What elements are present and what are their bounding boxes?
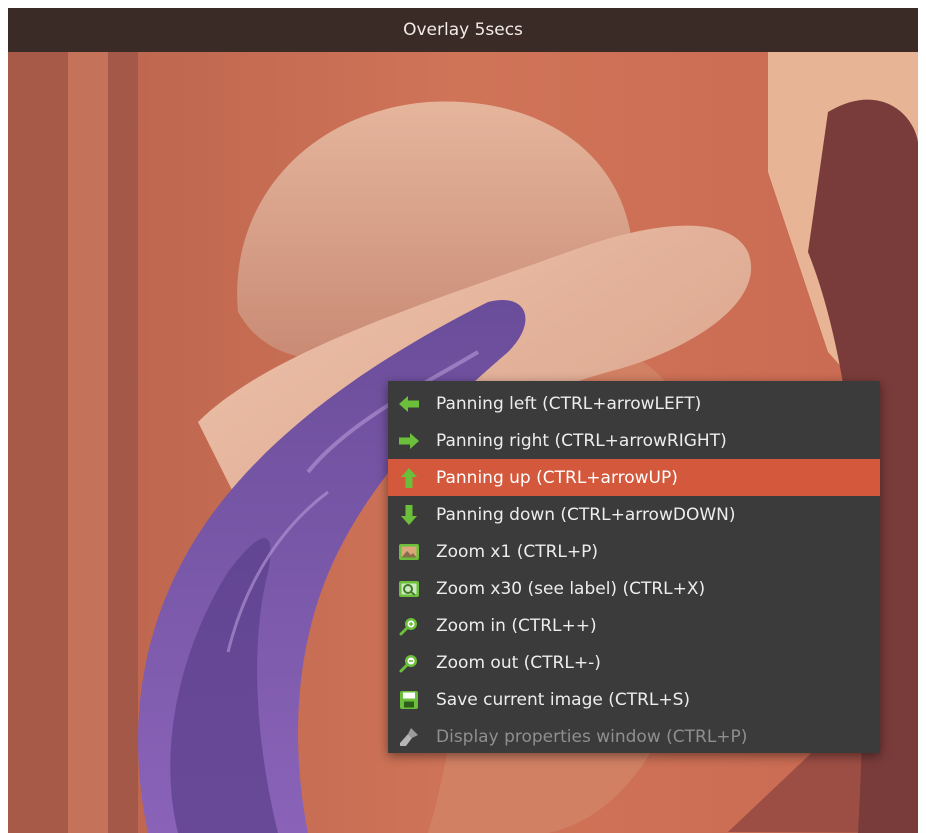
menu-item-zoom-x1[interactable]: Zoom x1 (CTRL+P): [388, 533, 880, 570]
menu-item-label: Zoom out (CTRL+-): [436, 652, 601, 673]
menu-item-panning-up[interactable]: Panning up (CTRL+arrowUP): [388, 459, 880, 496]
menu-item-zoom-in[interactable]: Zoom in (CTRL++): [388, 607, 880, 644]
zoom-image-icon: [398, 578, 420, 600]
context-menu: Panning left (CTRL+arrowLEFT) Panning ri…: [388, 381, 880, 753]
menu-item-panning-right[interactable]: Panning right (CTRL+arrowRIGHT): [388, 422, 880, 459]
menu-item-label: Panning down (CTRL+arrowDOWN): [436, 504, 736, 525]
image-window: Overlay 5secs Panning left (CTRL+arrowLE…: [8, 8, 918, 833]
menu-item-save-image[interactable]: Save current image (CTRL+S): [388, 681, 880, 718]
menu-item-label: Panning right (CTRL+arrowRIGHT): [436, 430, 727, 451]
title-bar: Overlay 5secs: [8, 8, 918, 52]
image-icon: [398, 541, 420, 563]
menu-item-label: Zoom x30 (see label) (CTRL+X): [436, 578, 706, 599]
menu-item-label: Zoom x1 (CTRL+P): [436, 541, 598, 562]
arrow-up-icon: [398, 467, 420, 489]
menu-item-display-properties: Display properties window (CTRL+P): [388, 718, 880, 755]
save-icon: [398, 689, 420, 711]
brush-icon: [398, 726, 420, 748]
menu-item-panning-left[interactable]: Panning left (CTRL+arrowLEFT): [388, 385, 880, 422]
window-title: Overlay 5secs: [403, 20, 523, 40]
menu-item-zoom-out[interactable]: Zoom out (CTRL+-): [388, 644, 880, 681]
menu-item-zoom-x30[interactable]: Zoom x30 (see label) (CTRL+X): [388, 570, 880, 607]
zoom-in-icon: [398, 615, 420, 637]
menu-item-label: Zoom in (CTRL++): [436, 615, 597, 636]
arrow-left-icon: [398, 393, 420, 415]
arrow-down-icon: [398, 504, 420, 526]
menu-item-panning-down[interactable]: Panning down (CTRL+arrowDOWN): [388, 496, 880, 533]
arrow-right-icon: [398, 430, 420, 452]
menu-item-label: Display properties window (CTRL+P): [436, 726, 748, 747]
menu-item-label: Save current image (CTRL+S): [436, 689, 691, 710]
menu-item-label: Panning left (CTRL+arrowLEFT): [436, 393, 702, 414]
zoom-out-icon: [398, 652, 420, 674]
menu-item-label: Panning up (CTRL+arrowUP): [436, 467, 678, 488]
